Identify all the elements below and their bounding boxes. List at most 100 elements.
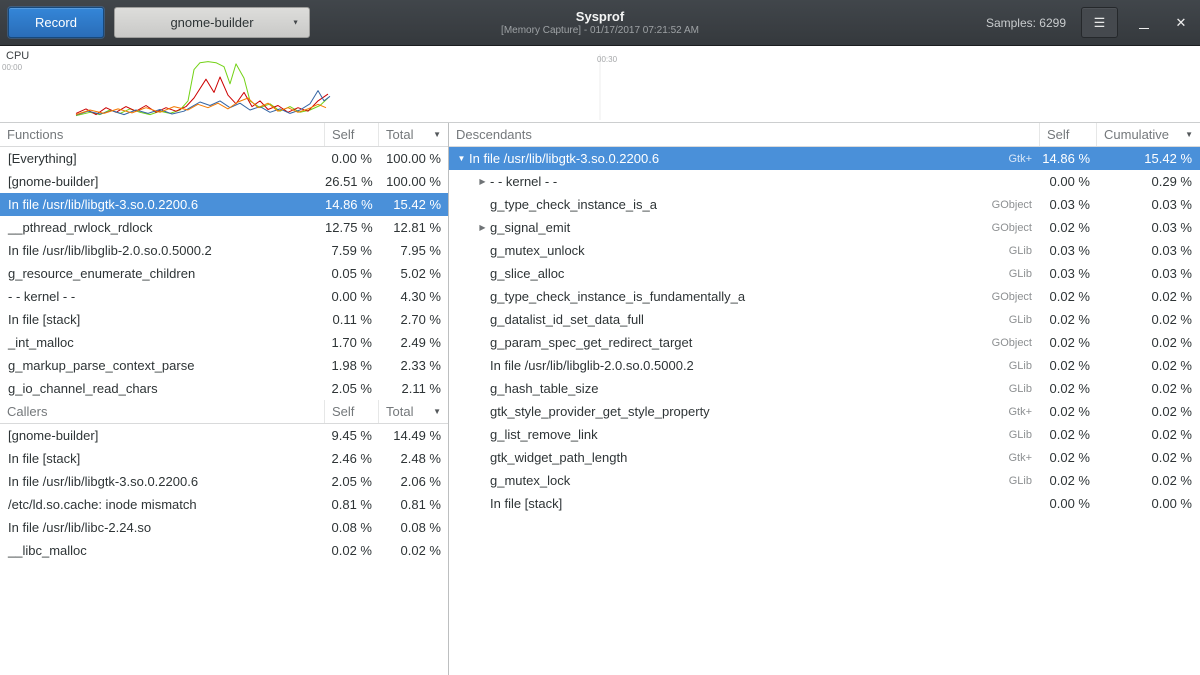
symbol-name: g_param_spec_get_redirect_target	[490, 335, 692, 350]
caller-row[interactable]: /etc/ld.so.cache: inode mismatch0.81 %0.…	[0, 493, 448, 516]
symbol-name: [Everything]	[0, 151, 325, 166]
self-percent: 0.08 %	[325, 520, 379, 535]
caller-row[interactable]: In file [stack]2.46 %2.48 %	[0, 447, 448, 470]
total-percent: 2.33 %	[379, 358, 448, 373]
total-percent: 2.11 %	[379, 381, 448, 396]
function-row[interactable]: - - kernel - -0.00 %4.30 %	[0, 285, 448, 308]
record-button[interactable]: Record	[8, 7, 104, 38]
menu-button[interactable]: ☰	[1081, 7, 1118, 38]
sysprof-window: Record gnome-builder ▼ Sysprof [Memory C…	[0, 0, 1200, 675]
library-tag: GLib	[970, 314, 1040, 326]
descendant-row[interactable]: g_list_remove_linkGLib0.02 %0.02 %	[449, 423, 1200, 446]
symbol-name: _int_malloc	[0, 335, 325, 350]
column-header-self[interactable]: Self	[325, 400, 379, 423]
caller-row[interactable]: __libc_malloc0.02 %0.02 %	[0, 539, 448, 562]
descendants-table-body: ▼In file /usr/lib/libgtk-3.so.0.2200.6Gt…	[449, 147, 1200, 515]
symbol-name: - - kernel - -	[490, 174, 557, 189]
symbol-name: gtk_widget_path_length	[490, 450, 627, 465]
column-header-callers[interactable]: Callers	[0, 400, 325, 423]
symbol-name: [gnome-builder]	[0, 174, 325, 189]
cumulative-percent: 0.02 %	[1097, 381, 1200, 396]
symbol-name: g_datalist_id_set_data_full	[490, 312, 644, 327]
column-header-total[interactable]: Total ▼	[379, 123, 448, 146]
total-percent: 2.70 %	[379, 312, 448, 327]
total-percent: 15.42 %	[379, 197, 448, 212]
process-selector[interactable]: gnome-builder ▼	[114, 7, 310, 38]
column-header-total[interactable]: Total ▼	[379, 400, 448, 423]
minimize-button[interactable]	[1133, 7, 1155, 38]
function-row[interactable]: In file /usr/lib/libgtk-3.so.0.2200.614.…	[0, 193, 448, 216]
library-tag: Gtk+	[970, 452, 1040, 464]
column-header-label: Self	[332, 127, 354, 142]
cumulative-percent: 0.29 %	[1097, 174, 1200, 189]
hamburger-icon: ☰	[1094, 15, 1106, 30]
caller-row[interactable]: [gnome-builder]9.45 %14.49 %	[0, 424, 448, 447]
window-subtitle: [Memory Capture] - 01/17/2017 07:21:52 A…	[501, 24, 699, 37]
triangle-right-icon[interactable]: ▶	[475, 223, 490, 232]
cumulative-percent: 0.02 %	[1097, 404, 1200, 419]
function-row[interactable]: [Everything]0.00 %100.00 %	[0, 147, 448, 170]
self-percent: 0.02 %	[1040, 381, 1097, 396]
descendants-header-row: Descendants Self Cumulative ▼	[449, 123, 1200, 147]
function-row[interactable]: g_resource_enumerate_children0.05 %5.02 …	[0, 262, 448, 285]
function-row[interactable]: In file /usr/lib/libglib-2.0.so.0.5000.2…	[0, 239, 448, 262]
library-tag: GObject	[970, 337, 1040, 349]
window-title: Sysprof	[576, 9, 624, 24]
descendant-row[interactable]: g_mutex_lockGLib0.02 %0.02 %	[449, 469, 1200, 492]
descendant-row[interactable]: gtk_style_provider_get_style_propertyGtk…	[449, 400, 1200, 423]
column-header-cumulative[interactable]: Cumulative ▼	[1097, 123, 1200, 146]
descendant-row[interactable]: ▶- - kernel - -0.00 %0.29 %	[449, 170, 1200, 193]
total-percent: 12.81 %	[379, 220, 448, 235]
cumulative-percent: 0.02 %	[1097, 450, 1200, 465]
descendant-row[interactable]: g_param_spec_get_redirect_targetGObject0…	[449, 331, 1200, 354]
cumulative-percent: 15.42 %	[1097, 151, 1200, 166]
function-row[interactable]: _int_malloc1.70 %2.49 %	[0, 331, 448, 354]
descendant-row[interactable]: g_slice_allocGLib0.03 %0.03 %	[449, 262, 1200, 285]
symbol-name: __pthread_rwlock_rdlock	[0, 220, 325, 235]
descendant-row[interactable]: ▶g_signal_emitGObject0.02 %0.03 %	[449, 216, 1200, 239]
sort-indicator-icon: ▼	[427, 130, 441, 139]
self-percent: 0.00 %	[325, 151, 379, 166]
self-percent: 0.02 %	[1040, 450, 1097, 465]
descendant-row[interactable]: g_datalist_id_set_data_fullGLib0.02 %0.0…	[449, 308, 1200, 331]
symbol-name: In file /usr/lib/libgtk-3.so.0.2200.6	[0, 197, 325, 212]
process-selector-label: gnome-builder	[170, 15, 253, 30]
total-percent: 2.48 %	[379, 451, 448, 466]
descendant-row[interactable]: gtk_widget_path_lengthGtk+0.02 %0.02 %	[449, 446, 1200, 469]
cumulative-percent: 0.03 %	[1097, 197, 1200, 212]
triangle-down-icon[interactable]: ▼	[454, 154, 469, 163]
descendant-row[interactable]: g_type_check_instance_is_fundamentally_a…	[449, 285, 1200, 308]
column-header-descendants[interactable]: Descendants	[449, 123, 1040, 146]
descendant-row[interactable]: g_type_check_instance_is_aGObject0.03 %0…	[449, 193, 1200, 216]
cpu-label: CPU	[6, 50, 29, 62]
symbol-name: g_type_check_instance_is_a	[490, 197, 657, 212]
descendant-row[interactable]: In file /usr/lib/libglib-2.0.so.0.5000.2…	[449, 354, 1200, 377]
function-row[interactable]: __pthread_rwlock_rdlock12.75 %12.81 %	[0, 216, 448, 239]
descendant-row[interactable]: g_hash_table_sizeGLib0.02 %0.02 %	[449, 377, 1200, 400]
column-header-self[interactable]: Self	[325, 123, 379, 146]
cumulative-percent: 0.03 %	[1097, 220, 1200, 235]
triangle-right-icon[interactable]: ▶	[475, 177, 490, 186]
caller-row[interactable]: In file /usr/lib/libc-2.24.so0.08 %0.08 …	[0, 516, 448, 539]
library-tag: Gtk+	[970, 406, 1040, 418]
column-header-label: Callers	[7, 404, 47, 419]
sort-indicator-icon: ▼	[427, 407, 441, 416]
descendant-row[interactable]: g_mutex_unlockGLib0.03 %0.03 %	[449, 239, 1200, 262]
functions-table-body: [Everything]0.00 %100.00 %[gnome-builder…	[0, 147, 448, 400]
column-header-self[interactable]: Self	[1040, 123, 1097, 146]
descendant-row[interactable]: ▼In file /usr/lib/libgtk-3.so.0.2200.6Gt…	[449, 147, 1200, 170]
close-button[interactable]: ✕	[1170, 7, 1192, 38]
caller-row[interactable]: In file /usr/lib/libgtk-3.so.0.2200.62.0…	[0, 470, 448, 493]
cumulative-percent: 0.00 %	[1097, 496, 1200, 511]
cpu-graph[interactable]: CPU 00:00 00:30	[0, 46, 1200, 123]
symbol-name: - - kernel - -	[0, 289, 325, 304]
function-row[interactable]: g_io_channel_read_chars2.05 %2.11 %	[0, 377, 448, 400]
descendant-row[interactable]: In file [stack]0.00 %0.00 %	[449, 492, 1200, 515]
function-row[interactable]: [gnome-builder]26.51 %100.00 %	[0, 170, 448, 193]
total-percent: 0.81 %	[379, 497, 448, 512]
column-header-label: Self	[332, 404, 354, 419]
total-percent: 2.06 %	[379, 474, 448, 489]
column-header-functions[interactable]: Functions	[0, 123, 325, 146]
function-row[interactable]: In file [stack]0.11 %2.70 %	[0, 308, 448, 331]
function-row[interactable]: g_markup_parse_context_parse1.98 %2.33 %	[0, 354, 448, 377]
